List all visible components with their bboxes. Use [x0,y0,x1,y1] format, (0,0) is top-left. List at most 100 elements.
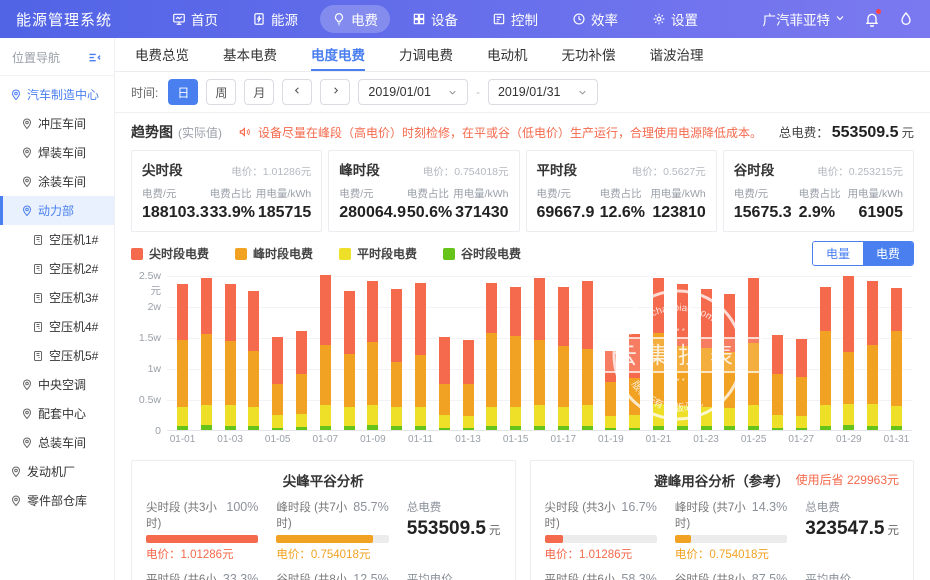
nav-item-control[interactable]: 控制 [480,5,550,33]
sidebar-item-compressor-1[interactable]: 空压机1# [0,225,114,254]
period-card-sharp: 尖时段电价：1.01286元电费/元188103.3电费占比33.9%用电量/k… [131,150,322,232]
nav-item-efficiency[interactable]: 效率 [560,5,630,33]
chart-bar[interactable] [415,283,426,430]
sidebar-item-engine-plant[interactable]: 发动机厂 [0,457,114,486]
bar-segment-peak [843,352,854,404]
date-from-picker[interactable]: 2019/01/01 [358,79,468,105]
chart-bar[interactable] [796,339,807,430]
legend-label: 平时段电费 [357,245,417,262]
date-to-picker[interactable]: 2019/01/31 [488,79,598,105]
tab-reactive-compensation[interactable]: 无功补偿 [562,38,616,71]
legend-item-sharp[interactable]: 尖时段电费 [131,245,209,262]
chart-bar[interactable] [248,291,259,430]
sidebar-item-assembly-shop[interactable]: 总装车间 [0,428,114,457]
sidebar-item-parts-warehouse[interactable]: 零件部仓库 [0,486,114,515]
sidebar-item-compressor-5[interactable]: 空压机5# [0,341,114,370]
x-axis-cell: 01-17 [558,434,569,448]
legend-item-flat[interactable]: 平时段电费 [339,245,417,262]
chart-bar[interactable] [867,281,878,430]
chart-bar[interactable] [272,337,283,430]
sidebar-item-label: 空压机2# [49,260,98,277]
chart-bar[interactable] [367,281,378,430]
chart-bar[interactable] [558,287,569,430]
prev-period-button[interactable] [282,79,312,105]
collapse-icon[interactable] [87,50,102,65]
analysis-group-valley: 谷时段 (共8小时)87.5%电价：0.253215元 [675,571,787,580]
legend-label: 尖时段电费 [149,245,209,262]
chart-bar[interactable] [510,287,521,430]
stat-label: 电费/元 [537,186,595,201]
water-drop-icon[interactable] [898,11,914,27]
date-to-value: 2019/01/31 [498,85,561,99]
chart-x-axis: 01-0101-0301-0501-0701-0901-1101-1301-15… [167,434,912,448]
bar-segment-sharp [510,287,521,335]
nav-item-energy[interactable]: 能源 [240,5,310,33]
sidebar-item-support-center[interactable]: 配套中心 [0,399,114,428]
sidebar-item-compressor-3[interactable]: 空压机3# [0,283,114,312]
legend-item-peak[interactable]: 峰时段电费 [235,245,313,262]
chart-bar[interactable] [225,284,236,430]
chart-bar[interactable] [677,284,688,430]
tab-basic-fee[interactable]: 基本电费 [223,38,277,71]
legend-item-valley[interactable]: 谷时段电费 [443,245,521,262]
bar-segment-flat [653,404,664,426]
chart-bar[interactable] [748,278,759,430]
nav-item-home[interactable]: 首页 [160,5,230,33]
sidebar-item-compressor-4[interactable]: 空压机4# [0,312,114,341]
sidebar-item-painting-shop[interactable]: 涂装车间 [0,167,114,196]
bar-segment-peak [248,351,259,407]
chart-bar[interactable] [629,334,640,430]
chart-bar[interactable] [843,276,854,430]
sidebar-item-manufacture-center[interactable]: 汽车制造中心 [0,80,114,109]
toggle-option-fee[interactable]: 电费 [863,242,913,265]
company-selector[interactable]: 广汽菲亚特 [763,9,847,29]
price-value: 0.754018元 [709,549,768,561]
chart-bar[interactable] [820,287,831,430]
chart-bar[interactable] [582,281,593,430]
sidebar-item-compressor-2[interactable]: 空压机2# [0,254,114,283]
sidebar-item-welding-shop[interactable]: 焊装车间 [0,138,114,167]
nav-item-devices[interactable]: 设备 [400,5,470,33]
tab-power-factor-fee[interactable]: 力调电费 [399,38,453,71]
sidebar-item-stamping-shop[interactable]: 冲压车间 [0,109,114,138]
tab-degree-fee[interactable]: 电度电费 [311,38,365,71]
chart-bar[interactable] [177,284,188,430]
analysis-group-name: 谷时段 (共8小时) [276,571,353,580]
chart-bar[interactable] [486,283,497,430]
nav-item-settings[interactable]: 设置 [640,5,710,33]
sidebar-item-label: 空压机5# [49,347,98,364]
chart-bar[interactable] [772,335,783,430]
next-period-button[interactable] [320,79,350,105]
notification-bell-icon[interactable] [864,11,880,27]
chart-bar[interactable] [344,291,355,430]
chart-bar[interactable] [201,278,212,430]
sidebar-item-central-ac[interactable]: 中央空调 [0,370,114,399]
chart-bar[interactable] [653,278,664,430]
chart-bar[interactable] [534,278,545,430]
chart-bar[interactable] [391,289,402,430]
tab-motor[interactable]: 电动机 [487,38,528,71]
chart-bar[interactable] [296,331,307,430]
chart-bar[interactable] [439,337,450,430]
tab-harmonic-control[interactable]: 谐波治理 [650,38,704,71]
chart-bar[interactable] [605,351,616,430]
period-stat-cards: 尖时段电价：1.01286元电费/元188103.3电费占比33.9%用电量/k… [131,150,914,232]
chart-bar[interactable] [463,340,474,430]
nav-item-electricity-fee[interactable]: 电费 [320,5,390,33]
granularity-day-button[interactable]: 日 [168,79,198,105]
analysis-group-name: 峰时段 (共7小时) [276,499,353,531]
chart-bar[interactable] [724,294,735,430]
period-card-header: 峰时段电价：0.754018元 [339,159,508,179]
granularity-month-button[interactable]: 月 [244,79,274,105]
sidebar-item-power-dept[interactable]: 动力部 [0,196,114,225]
chart-bar[interactable] [320,275,331,430]
bar-segment-sharp [177,284,188,340]
toggle-option-energy[interactable]: 电量 [813,242,863,265]
period-unit-price: 电价：0.5627元 [632,164,706,179]
granularity-week-button[interactable]: 周 [206,79,236,105]
chart-bar[interactable] [701,289,712,430]
price-label: 电价： [231,166,263,178]
tab-fee-overview[interactable]: 电费总览 [135,38,189,71]
chart-bar[interactable] [891,288,902,430]
total-number: 323547.5 [805,518,884,539]
